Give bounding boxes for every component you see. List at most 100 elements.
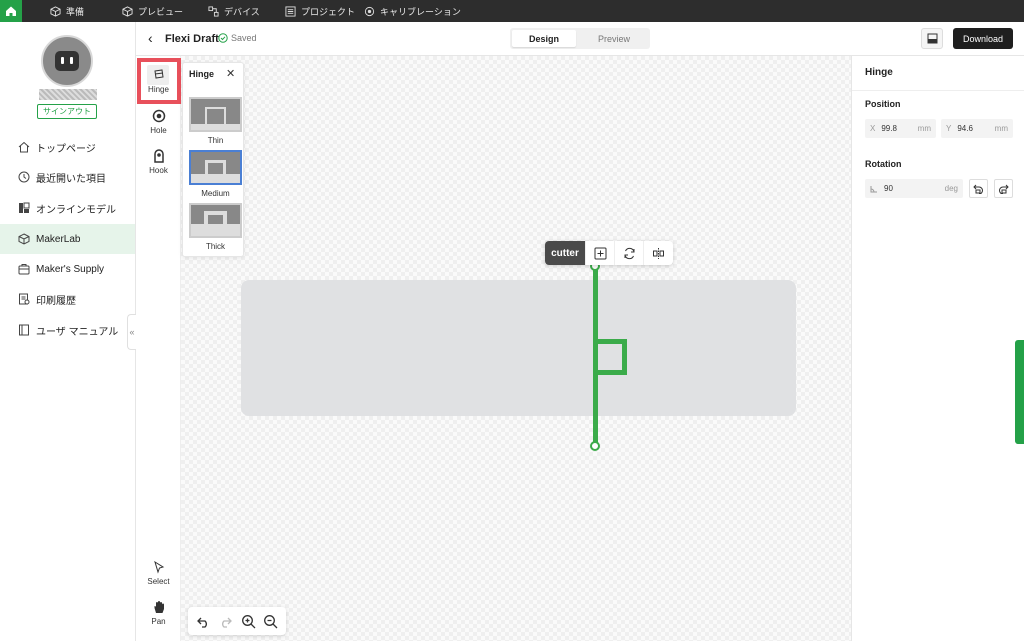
- sidebar-item-user-manual[interactable]: ユーザ マニュアル: [0, 315, 135, 345]
- sidebar-item-top-page[interactable]: トップページ: [0, 132, 135, 162]
- y-value[interactable]: 94.6: [957, 124, 988, 133]
- topnav-label: 準備: [66, 6, 85, 17]
- manual-icon: [19, 324, 29, 336]
- print-history-icon: [19, 293, 30, 305]
- topnav-preview[interactable]: プレビュー: [122, 0, 183, 22]
- hinge-option-thick[interactable]: Thick: [189, 203, 242, 251]
- avatar[interactable]: [41, 35, 93, 87]
- signout-button[interactable]: サインアウト: [37, 104, 97, 119]
- tool-pan[interactable]: Pan: [136, 600, 181, 626]
- cutter-label: cutter: [545, 241, 585, 265]
- rotation-value[interactable]: 90: [884, 184, 939, 193]
- sidebar-item-label: ユーザ マニュアル: [36, 326, 119, 338]
- redo-icon[interactable]: [218, 614, 233, 629]
- tool-hinge[interactable]: Hinge: [136, 68, 181, 94]
- add-button[interactable]: [585, 241, 614, 265]
- username: [39, 89, 97, 100]
- hand-icon: [154, 601, 164, 613]
- home-icon: [6, 6, 16, 16]
- topnav-devices[interactable]: デバイス: [208, 0, 260, 22]
- saved-label: Saved: [231, 33, 257, 43]
- y-unit: mm: [994, 124, 1008, 133]
- tool-label: Select: [147, 577, 170, 586]
- rotate-button[interactable]: [614, 241, 643, 265]
- tool-hook[interactable]: Hook: [136, 149, 181, 175]
- topnav-label: キャリブレーション: [380, 6, 461, 17]
- project-title: Flexi Draft: [165, 33, 219, 45]
- mode-tabs: Design Preview: [510, 28, 650, 49]
- refresh-icon: [624, 247, 634, 259]
- makerlab-icon: [18, 233, 30, 245]
- tab-preview[interactable]: Preview: [580, 30, 648, 47]
- hinge-endpoint-bottom[interactable]: [590, 441, 600, 451]
- topnav-label: プロジェクト: [301, 6, 356, 17]
- hinge-options-panel: Hinge ✕ Thin Medium Thick: [182, 62, 244, 257]
- hinge-option-label: Thin: [207, 136, 224, 145]
- side-feedback-tab[interactable]: [1015, 340, 1024, 444]
- position-y-field[interactable]: Y 94.6 mm: [941, 119, 1013, 138]
- top-nav-bar: 準備 プレビュー デバイス プロジェクト キャリブレーション: [0, 0, 1024, 22]
- topnav-prepare[interactable]: 準備: [50, 0, 84, 22]
- zoom-in-icon[interactable]: [241, 614, 256, 629]
- rotate-right-button[interactable]: [994, 179, 1013, 198]
- part-panel[interactable]: [241, 280, 796, 416]
- avatar-robot-icon: [55, 51, 79, 71]
- selection-toolbar: cutter: [545, 241, 673, 265]
- left-sidebar: サインアウト トップページ 最近開いた項目 オンラインモデル MakerLab …: [0, 22, 136, 641]
- home-button[interactable]: [0, 0, 22, 22]
- cursor-icon: [153, 560, 164, 574]
- rotate-left-icon: [973, 184, 983, 194]
- x-unit: mm: [917, 124, 931, 133]
- zoom-out-icon[interactable]: [263, 614, 278, 629]
- sidebar-item-makerlab[interactable]: MakerLab: [0, 224, 135, 254]
- list-icon: [285, 5, 296, 17]
- hinge-option-medium[interactable]: Medium: [189, 150, 242, 198]
- sidebar-item-online-models[interactable]: オンラインモデル: [0, 193, 135, 223]
- properties-panel: Hinge Position X 99.8 mm Y 94.6 mm Rotat…: [851, 56, 1024, 641]
- model-icon: [19, 202, 30, 213]
- divider: [852, 90, 1024, 91]
- tool-label: Hole: [150, 126, 167, 135]
- sidebar-item-label: トップページ: [36, 143, 96, 155]
- sidebar-item-label: 最近開いた項目: [36, 173, 106, 185]
- tool-label: Hook: [149, 166, 168, 175]
- collapse-sidebar-button[interactable]: «: [127, 314, 136, 350]
- panel-toggle-button[interactable]: [921, 28, 943, 49]
- rotate-left-button[interactable]: [969, 179, 988, 198]
- tab-design[interactable]: Design: [512, 30, 576, 47]
- panel-icon: [927, 33, 937, 44]
- check-circle-icon: [218, 33, 228, 43]
- clock-icon: [18, 171, 30, 183]
- hinge-thick-icon: [191, 211, 240, 236]
- hinge-option-thin[interactable]: Thin: [189, 97, 242, 145]
- hinge-thin-icon: [191, 107, 240, 130]
- x-value[interactable]: 99.8: [881, 124, 911, 133]
- hinge-icon: [153, 69, 164, 79]
- tool-select[interactable]: Select: [136, 560, 181, 586]
- rotation-field[interactable]: 90 deg: [865, 179, 963, 198]
- undo-icon[interactable]: [196, 614, 211, 629]
- hinge-thin-thumbnail: [189, 97, 242, 132]
- sidebar-item-label: 印刷履歴: [36, 295, 76, 307]
- hinge-tab[interactable]: [597, 339, 627, 375]
- topnav-calibration[interactable]: キャリブレーション: [364, 0, 461, 22]
- tool-hole[interactable]: Hole: [136, 109, 181, 135]
- canvas-controls: [188, 607, 286, 635]
- topnav-projects[interactable]: プロジェクト: [285, 0, 355, 22]
- sidebar-item-label: Maker's Supply: [36, 263, 105, 275]
- rotation-unit: deg: [944, 184, 958, 193]
- back-button[interactable]: ‹: [148, 30, 153, 46]
- cube-icon: [50, 5, 61, 17]
- hinge-option-label: Thick: [205, 242, 226, 251]
- saved-status: Saved: [218, 33, 257, 43]
- close-icon[interactable]: ✕: [226, 67, 235, 80]
- position-x-field[interactable]: X 99.8 mm: [865, 119, 936, 138]
- download-button[interactable]: Download: [953, 28, 1013, 49]
- sidebar-item-recent[interactable]: 最近開いた項目: [0, 162, 135, 192]
- plus-square-icon: [594, 247, 606, 259]
- sidebar-item-print-history[interactable]: 印刷履歴: [0, 284, 135, 314]
- devices-icon: [208, 5, 219, 17]
- mirror-button[interactable]: [643, 241, 672, 265]
- hole-icon: [152, 109, 165, 123]
- sidebar-item-makers-supply[interactable]: Maker's Supply: [0, 254, 135, 284]
